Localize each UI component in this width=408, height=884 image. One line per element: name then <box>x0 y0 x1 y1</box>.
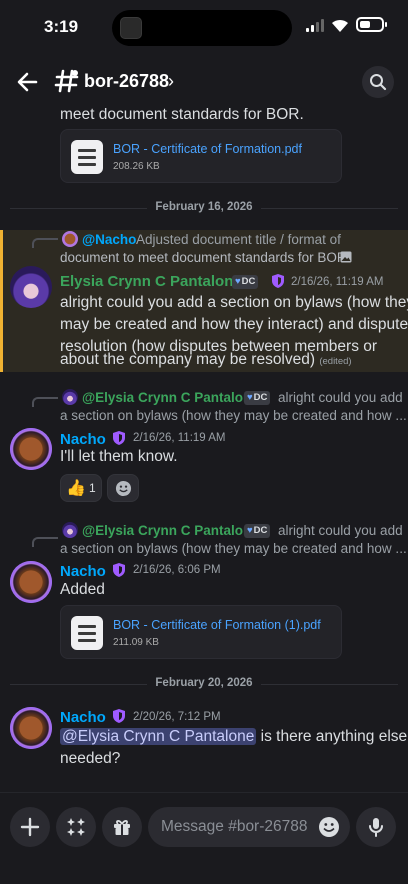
reply-connector <box>32 537 58 547</box>
emoji-icon[interactable] <box>318 816 340 838</box>
tag-badge: ♥DC <box>244 391 271 405</box>
reply-connector <box>32 397 58 407</box>
date-divider: February 20, 2026 <box>0 677 408 689</box>
gift-icon <box>114 820 130 835</box>
add-reaction-icon <box>115 480 132 497</box>
signal-icon <box>306 19 324 32</box>
camera-thumbnail-icon <box>120 17 142 39</box>
reply-preview-line2[interactable]: a section on bylaws (how they may be cre… <box>60 541 407 556</box>
user-avatar[interactable] <box>10 266 52 308</box>
attachment-size: 211.09 KB <box>113 637 159 648</box>
search-icon <box>370 74 387 91</box>
microphone-icon <box>369 818 383 837</box>
date-divider: February 16, 2026 <box>0 201 408 213</box>
message-line: about the company may be resolved) (edit… <box>60 351 352 368</box>
message-composer[interactable] <box>148 807 350 847</box>
document-icon <box>71 140 103 174</box>
add-reaction-button[interactable] <box>107 474 139 502</box>
channel-hash-icon <box>54 69 79 93</box>
reply-avatar <box>62 389 78 405</box>
wifi-icon <box>332 19 348 32</box>
message-author[interactable]: Elysia Crynn C Pantalone <box>60 273 242 290</box>
user-avatar[interactable] <box>10 561 52 603</box>
user-mention[interactable]: @Elysia Crynn C Pantalone <box>60 728 257 745</box>
reply-username[interactable]: @Elysia Crynn C Pantalone <box>82 390 259 405</box>
reaction-count: 1 <box>89 481 96 495</box>
message-author[interactable]: Nacho <box>60 563 106 580</box>
reply-connector <box>32 238 58 248</box>
user-avatar[interactable] <box>10 707 52 749</box>
shield-icon <box>113 563 125 577</box>
reply-preview-line2[interactable]: a section on bylaws (how they may be cre… <box>60 408 407 423</box>
chevron-right-icon[interactable]: › <box>168 71 174 92</box>
status-bar: 3:19 <box>0 0 408 56</box>
reply-preview[interactable]: alright could you add <box>278 390 403 405</box>
pdf-attachment[interactable]: BOR - Certificate of Formation (1).pdf 2… <box>60 605 342 659</box>
channel-name[interactable]: bor-26788 <box>84 71 169 92</box>
document-icon <box>71 616 103 650</box>
message-line: may be created and how they interact) an… <box>60 316 408 333</box>
gift-button[interactable] <box>102 807 142 847</box>
channel-header: bor-26788 › <box>0 56 408 108</box>
edited-label: (edited) <box>319 356 352 367</box>
reaction-thumbsup[interactable]: 👍 1 <box>60 474 102 502</box>
message-line: alright could you add a section on bylaw… <box>60 294 408 311</box>
battery-icon <box>356 17 387 32</box>
reply-avatar <box>62 231 78 247</box>
shield-icon <box>113 709 125 723</box>
message-timestamp: 2/20/26, 7:12 PM <box>133 711 221 723</box>
reply-username[interactable]: @Elysia Crynn C Pantalone <box>82 523 259 538</box>
reply-preview[interactable]: Adjusted document title / format of <box>136 232 341 247</box>
reply-username[interactable]: @Nacho <box>82 232 136 247</box>
voice-message-button[interactable] <box>356 807 396 847</box>
shield-icon <box>113 431 125 445</box>
add-attachment-button[interactable] <box>10 807 50 847</box>
message-text-line2: needed? <box>60 750 121 767</box>
plus-icon <box>20 817 40 837</box>
message-text: Added <box>60 581 105 598</box>
tag-badge: ♥DC <box>232 275 259 289</box>
status-time: 3:19 <box>44 17 79 36</box>
thumbs-up-icon: 👍 <box>66 480 86 497</box>
message-text: @Elysia Crynn C Pantalone is there anyth… <box>60 728 408 745</box>
message-input[interactable] <box>161 807 311 847</box>
attachment-filename[interactable]: BOR - Certificate of Formation.pdf <box>113 142 302 156</box>
message-timestamp: 2/16/26, 11:19 AM <box>133 432 226 444</box>
sparkle-apps-icon <box>67 818 85 836</box>
dynamic-island <box>112 10 292 46</box>
apps-button[interactable] <box>56 807 96 847</box>
message-timestamp: 2/16/26, 11:19 AM <box>291 276 384 288</box>
message-timestamp: 2/16/26, 6:06 PM <box>133 564 221 576</box>
message-text: I'll let them know. <box>60 448 178 465</box>
message-input-bar <box>0 792 408 884</box>
user-avatar[interactable] <box>10 428 52 470</box>
reply-preview-line2[interactable]: document to meet document standards for … <box>60 250 350 265</box>
reply-preview[interactable]: alright could you add <box>278 523 403 538</box>
attachment-size: 208.26 KB <box>113 161 160 172</box>
back-arrow-icon[interactable] <box>14 68 42 96</box>
tag-badge: ♥DC <box>244 524 271 538</box>
attachment-filename[interactable]: BOR - Certificate of Formation (1).pdf <box>113 618 321 632</box>
message-author[interactable]: Nacho <box>60 709 106 726</box>
search-button[interactable] <box>362 66 394 98</box>
reply-avatar <box>62 522 78 538</box>
shield-icon <box>272 274 284 288</box>
image-icon <box>340 251 352 263</box>
pdf-attachment[interactable]: BOR - Certificate of Formation.pdf 208.2… <box>60 129 342 183</box>
